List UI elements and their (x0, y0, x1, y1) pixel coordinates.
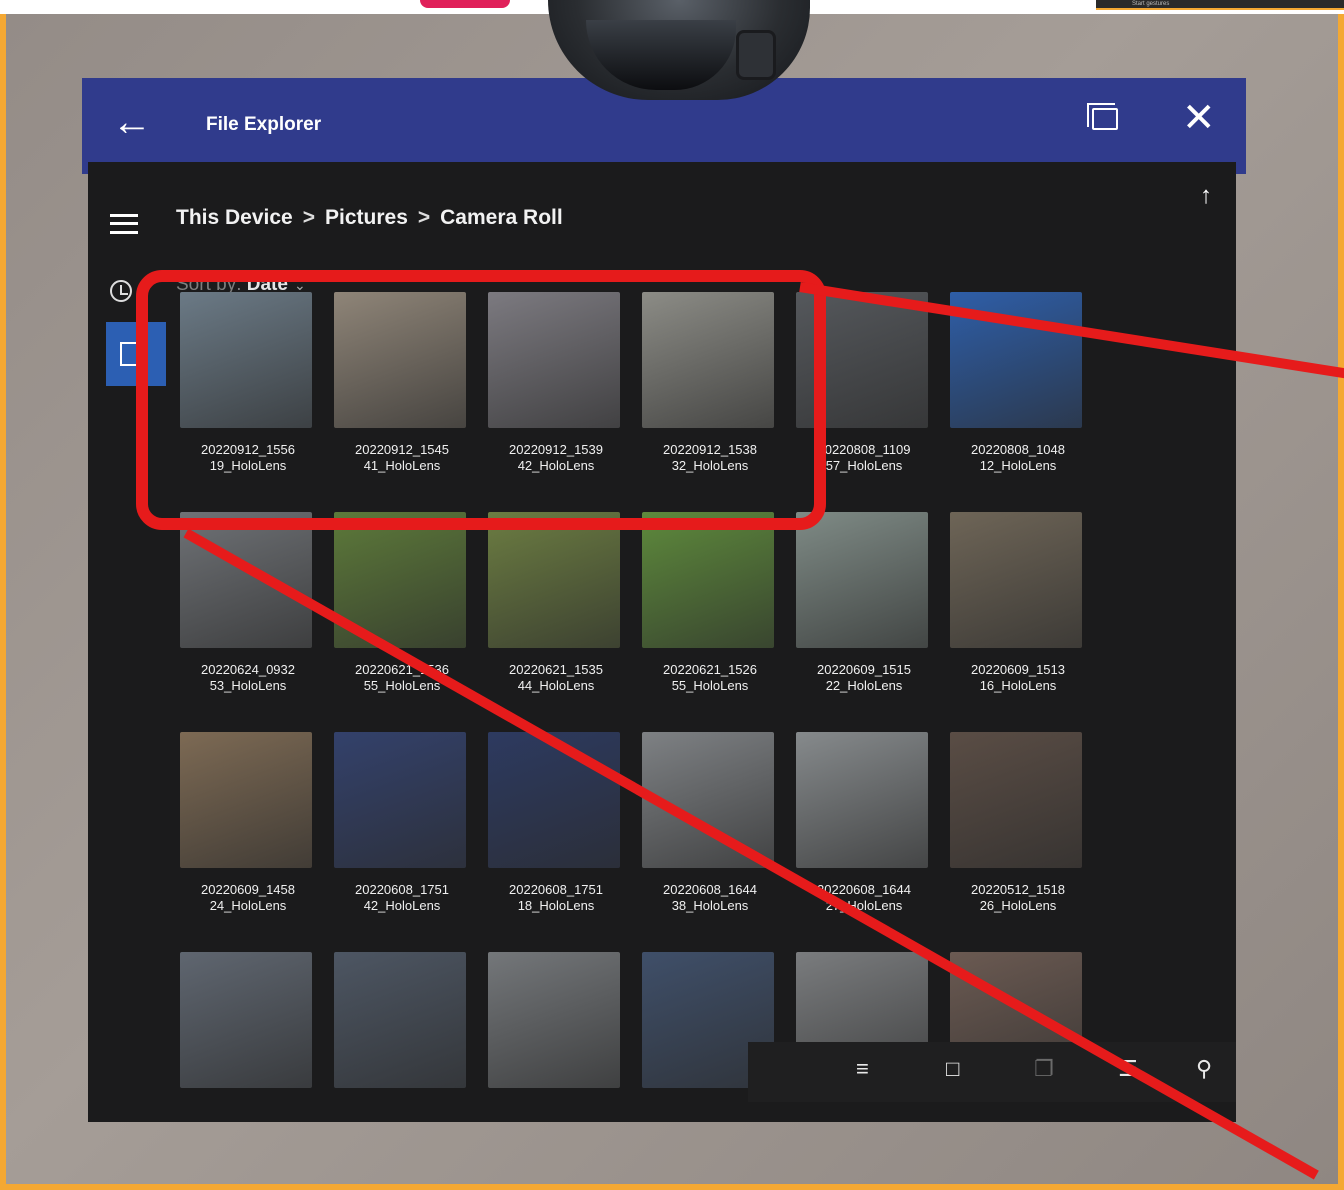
file-tile[interactable]: 20220621_1535 44_HoloLens (482, 512, 630, 728)
file-tile[interactable] (328, 952, 476, 1168)
file-explorer-window: ← File Explorer ✕ This Device > Pictures… (78, 46, 1248, 1124)
decorative-shape (420, 0, 510, 8)
file-name: 20220609_1513 16_HoloLens (971, 662, 1065, 693)
file-thumbnail (488, 512, 620, 648)
file-thumbnail (488, 952, 620, 1088)
file-thumbnail (180, 732, 312, 868)
file-tile[interactable] (174, 952, 322, 1168)
file-thumbnail (180, 952, 312, 1088)
up-arrow-icon[interactable]: ↑ (1200, 182, 1212, 210)
file-name: 20220608_1644 38_HoloLens (663, 882, 757, 913)
file-thumbnail (950, 732, 1082, 868)
file-name: 20220609_1458 24_HoloLens (201, 882, 295, 913)
file-tile[interactable]: 20220608_1644 38_HoloLens (636, 732, 784, 948)
file-thumbnail (642, 512, 774, 648)
back-arrow-icon[interactable]: ← (112, 102, 152, 142)
file-thumbnail (796, 512, 928, 648)
multi-select-icon[interactable]: ≡ (856, 1056, 869, 1082)
highlight-box (136, 270, 826, 530)
corner-thumbnail: Start gestures (1096, 0, 1344, 10)
file-thumbnail (334, 952, 466, 1088)
file-name: 20220608_1751 42_HoloLens (355, 882, 449, 913)
snap-window-icon[interactable] (1087, 103, 1118, 130)
hamburger-icon[interactable] (110, 214, 138, 234)
file-name: 20220808_1048 12_HoloLens (971, 442, 1065, 473)
file-thumbnail (180, 512, 312, 648)
app-title: File Explorer (206, 114, 322, 135)
breadcrumb-separator: > (302, 206, 315, 229)
clock-icon[interactable] (110, 280, 132, 302)
breadcrumb-separator: > (417, 206, 431, 229)
headset-visor (586, 20, 736, 90)
file-tile[interactable]: 20220621_1526 55_HoloLens (636, 512, 784, 728)
breadcrumb-camera-roll[interactable]: Camera Roll (440, 206, 563, 230)
search-icon[interactable]: ⚲ (1196, 1056, 1212, 1082)
file-name: 20220512_1518 26_HoloLens (971, 882, 1065, 913)
file-thumbnail (950, 512, 1082, 648)
file-tile[interactable]: 20220609_1515 22_HoloLens (790, 512, 938, 728)
file-name: 20220624_0932 53_HoloLens (201, 662, 295, 693)
close-icon[interactable]: ✕ (1182, 98, 1216, 138)
file-tile[interactable]: 20220609_1458 24_HoloLens (174, 732, 322, 948)
breadcrumb: This Device > Pictures > Camera Roll (176, 206, 563, 230)
file-tile[interactable]: 20220608_1751 18_HoloLens (482, 732, 630, 948)
file-thumbnail (488, 732, 620, 868)
breadcrumb-this-device[interactable]: This Device (176, 206, 293, 230)
file-thumbnail (796, 732, 928, 868)
file-tile[interactable]: 20220512_1518 26_HoloLens (944, 732, 1092, 948)
file-thumbnail (334, 732, 466, 868)
file-tile[interactable]: 20220608_1751 42_HoloLens (328, 732, 476, 948)
headset-strap (736, 30, 776, 80)
copy-icon[interactable]: ❐ (1034, 1056, 1054, 1082)
file-name: 20220609_1515 22_HoloLens (817, 662, 911, 693)
file-name: 20220621_1535 44_HoloLens (509, 662, 603, 693)
breadcrumb-pictures[interactable]: Pictures (325, 206, 408, 230)
corner-thumbnail-text: Start gestures (1132, 1, 1170, 7)
file-tile[interactable]: 20220609_1513 16_HoloLens (944, 512, 1092, 728)
file-tile[interactable] (482, 952, 630, 1168)
file-name: 20220621_1526 55_HoloLens (663, 662, 757, 693)
file-name: 20220608_1751 18_HoloLens (509, 882, 603, 913)
new-item-icon[interactable]: □ (946, 1056, 959, 1082)
